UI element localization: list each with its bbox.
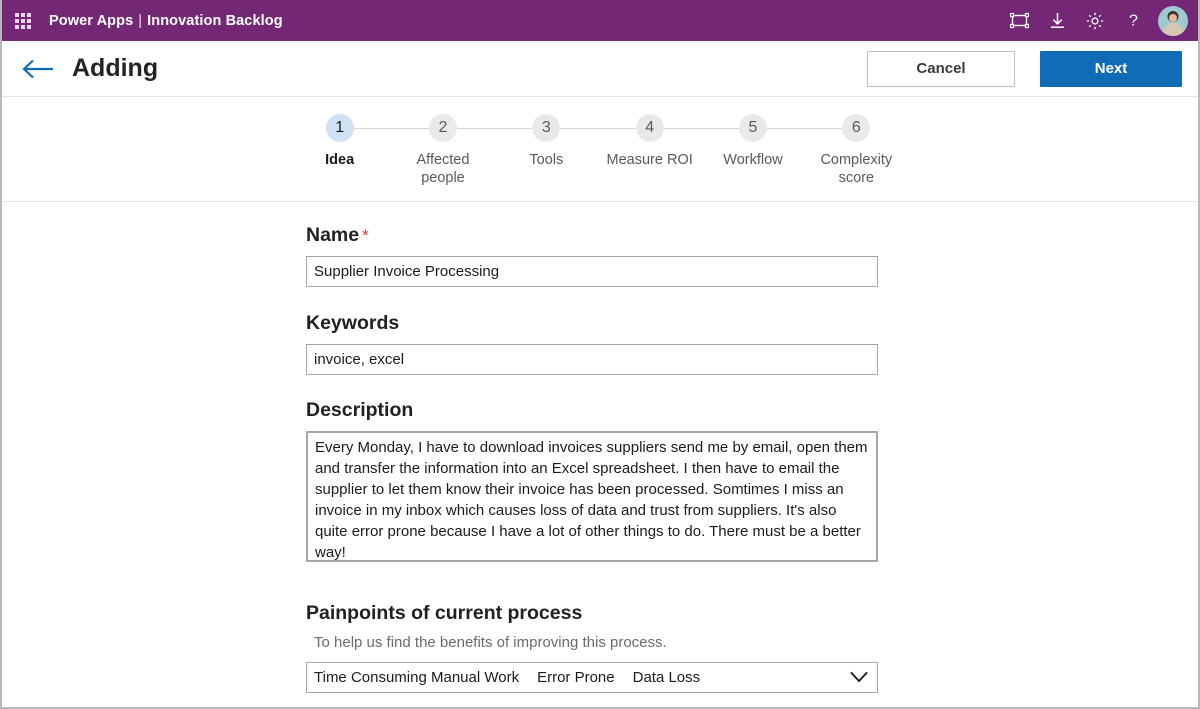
settings-gear-icon[interactable] <box>1076 0 1114 41</box>
keywords-input[interactable] <box>306 344 878 375</box>
brand-label: Power Apps <box>49 13 133 29</box>
painpoint-token: Data Loss <box>633 669 701 686</box>
stepper-step-affected-people[interactable]: 2 Affected people <box>391 114 494 187</box>
field-keywords: Keywords <box>306 312 878 375</box>
help-question-icon[interactable]: ? <box>1114 0 1152 41</box>
stepper-step-label: Affected people <box>397 151 489 187</box>
stepper-step-number: 2 <box>429 114 457 142</box>
stepper-step-label: Measure ROI <box>607 151 693 169</box>
user-avatar[interactable] <box>1158 6 1188 36</box>
suite-actions: ? <box>1000 0 1188 41</box>
wizard-stepper-container: 1 Idea 2 Affected people 3 Tools 4 Measu… <box>0 97 1200 202</box>
chevron-down-icon[interactable] <box>849 668 869 688</box>
stepper-connector <box>753 128 856 129</box>
title-separator: | <box>133 13 147 29</box>
stepper-connector <box>340 128 443 129</box>
stepper-connector <box>546 128 649 129</box>
name-label-text: Name <box>306 224 359 246</box>
stepper-step-tools[interactable]: 3 Tools <box>495 114 598 169</box>
app-name-label: Innovation Backlog <box>147 13 283 29</box>
painpoints-label: Painpoints of current process <box>306 602 878 625</box>
svg-text:?: ? <box>1129 13 1138 30</box>
next-button[interactable]: Next <box>1040 51 1182 87</box>
avatar-body <box>1162 23 1184 36</box>
field-painpoints: Painpoints of current process To help us… <box>306 602 878 693</box>
suite-title[interactable]: Power Apps|Innovation Backlog <box>49 13 283 29</box>
stepper-step-number: 1 <box>326 114 354 142</box>
page-title: Adding <box>72 54 158 83</box>
app-window: Power Apps|Innovation Backlog <box>0 0 1200 709</box>
stepper-step-number: 4 <box>636 114 664 142</box>
suite-header-bar: Power Apps|Innovation Backlog <box>0 0 1200 41</box>
painpoints-help-text: To help us find the benefits of improvin… <box>314 634 878 651</box>
cancel-button[interactable]: Cancel <box>867 51 1015 87</box>
stepper-step-number: 5 <box>739 114 767 142</box>
description-textarea[interactable]: Every Monday, I have to download invoice… <box>306 431 878 562</box>
painpoints-selected-values: Time Consuming Manual Work Error Prone D… <box>314 669 849 686</box>
painpoints-dropdown[interactable]: Time Consuming Manual Work Error Prone D… <box>306 662 878 693</box>
avatar-face <box>1169 14 1177 22</box>
form-scroll-region: Name* Keywords Description Every Monday,… <box>0 202 1200 709</box>
back-arrow-icon[interactable] <box>16 49 60 89</box>
field-name: Name* <box>306 224 878 287</box>
wizard-stepper: 1 Idea 2 Affected people 3 Tools 4 Measu… <box>288 114 908 187</box>
stepper-connector <box>443 128 546 129</box>
required-asterisk: * <box>362 226 369 245</box>
painpoint-token: Time Consuming Manual Work <box>314 669 519 686</box>
app-launcher-waffle-icon[interactable] <box>6 0 40 41</box>
idea-form: Name* Keywords Description Every Monday,… <box>0 202 1200 693</box>
stepper-step-label: Idea <box>325 151 354 169</box>
stepper-step-workflow[interactable]: 5 Workflow <box>701 114 804 169</box>
painpoint-token: Error Prone <box>537 669 615 686</box>
stepper-step-label: Workflow <box>723 151 782 169</box>
name-input[interactable] <box>306 256 878 287</box>
stepper-step-label: Tools <box>529 151 563 169</box>
name-label: Name* <box>306 224 878 247</box>
stepper-step-measure-roi[interactable]: 4 Measure ROI <box>598 114 701 169</box>
stepper-step-complexity-score[interactable]: 6 Complexity score <box>805 114 908 187</box>
field-description: Description Every Monday, I have to down… <box>306 399 878 567</box>
stepper-step-number: 6 <box>842 114 870 142</box>
stepper-step-idea[interactable]: 1 Idea <box>288 114 391 169</box>
stepper-connector <box>650 128 753 129</box>
stepper-step-number: 3 <box>532 114 560 142</box>
waffle-grid <box>15 13 31 29</box>
fit-to-screen-icon[interactable] <box>1000 0 1038 41</box>
keywords-label: Keywords <box>306 312 878 335</box>
download-icon[interactable] <box>1038 0 1076 41</box>
command-bar: Adding Cancel Next <box>0 41 1200 97</box>
stepper-step-label: Complexity score <box>810 151 902 187</box>
description-label: Description <box>306 399 878 422</box>
